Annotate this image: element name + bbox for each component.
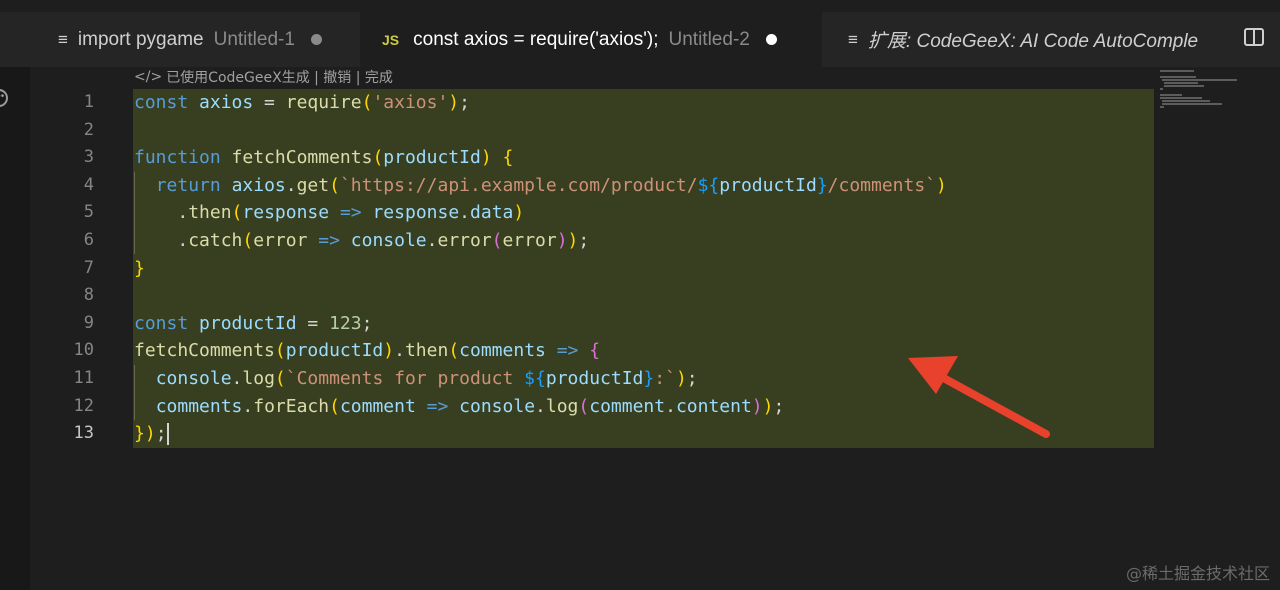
red-arrow-annotation: [908, 356, 1050, 438]
arrow-shaft: [934, 371, 1050, 438]
watermark: @稀土掘金技术社区: [1125, 564, 1270, 583]
arrow-head: [908, 356, 958, 394]
